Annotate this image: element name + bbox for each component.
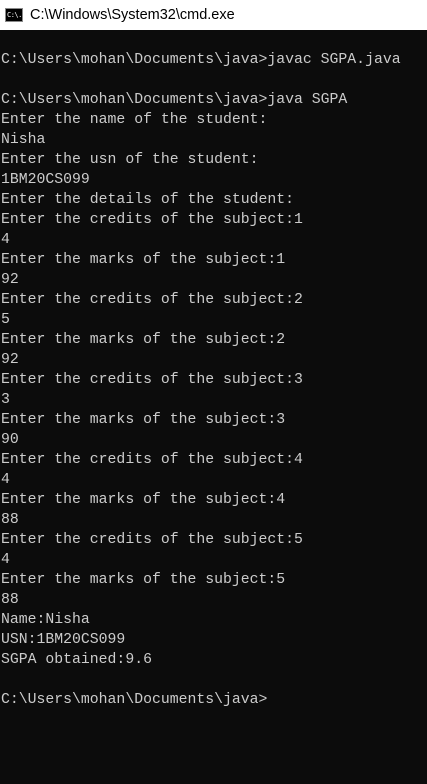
console-line: 88 [1, 592, 19, 608]
console-line: 88 [1, 512, 19, 528]
console-line: 5 [1, 312, 10, 328]
console-line: Enter the credits of the subject:1 [1, 212, 303, 228]
console-line: 92 [1, 352, 19, 368]
console-line: C:\Users\mohan\Documents\java>javac SGPA… [1, 52, 401, 68]
cmd-icon-glyph: C:\. [7, 11, 22, 19]
console-output[interactable]: C:\Users\mohan\Documents\java>javac SGPA… [0, 30, 427, 784]
title-bar[interactable]: C:\. C:\Windows\System32\cmd.exe [0, 0, 427, 30]
console-line: Enter the marks of the subject:5 [1, 572, 286, 588]
console-line: SGPA obtained:9.6 [1, 652, 152, 668]
console-line: Enter the details of the student: [1, 192, 295, 208]
console-line: 4 [1, 472, 10, 488]
console-line: 90 [1, 432, 19, 448]
console-line: Enter the usn of the student: [1, 152, 259, 168]
window-title: C:\Windows\System32\cmd.exe [30, 7, 235, 23]
console-line: Nisha [1, 132, 46, 148]
console-line: C:\Users\mohan\Documents\java>java SGPA [1, 92, 348, 108]
console-line: 4 [1, 552, 10, 568]
console-line: 1BM20CS099 [1, 172, 90, 188]
console-line: Enter the name of the student: [1, 112, 268, 128]
console-line: Enter the marks of the subject:3 [1, 412, 286, 428]
console-line: Name:Nisha [1, 612, 90, 628]
console-line: 3 [1, 392, 10, 408]
console-line: Enter the marks of the subject:2 [1, 332, 286, 348]
console-line: 4 [1, 232, 10, 248]
console-line: Enter the credits of the subject:2 [1, 292, 303, 308]
cmd-window: C:\. C:\Windows\System32\cmd.exe C:\User… [0, 0, 427, 784]
cmd-icon[interactable]: C:\. [5, 8, 23, 22]
console-line: Enter the credits of the subject:4 [1, 452, 303, 468]
console-line: Enter the credits of the subject:5 [1, 532, 303, 548]
console-line: Enter the marks of the subject:4 [1, 492, 286, 508]
console-line: Enter the marks of the subject:1 [1, 252, 286, 268]
console-line: USN:1BM20CS099 [1, 632, 126, 648]
console-line: 92 [1, 272, 19, 288]
console-line: C:\Users\mohan\Documents\java> [1, 692, 268, 708]
console-line: Enter the credits of the subject:3 [1, 372, 303, 388]
